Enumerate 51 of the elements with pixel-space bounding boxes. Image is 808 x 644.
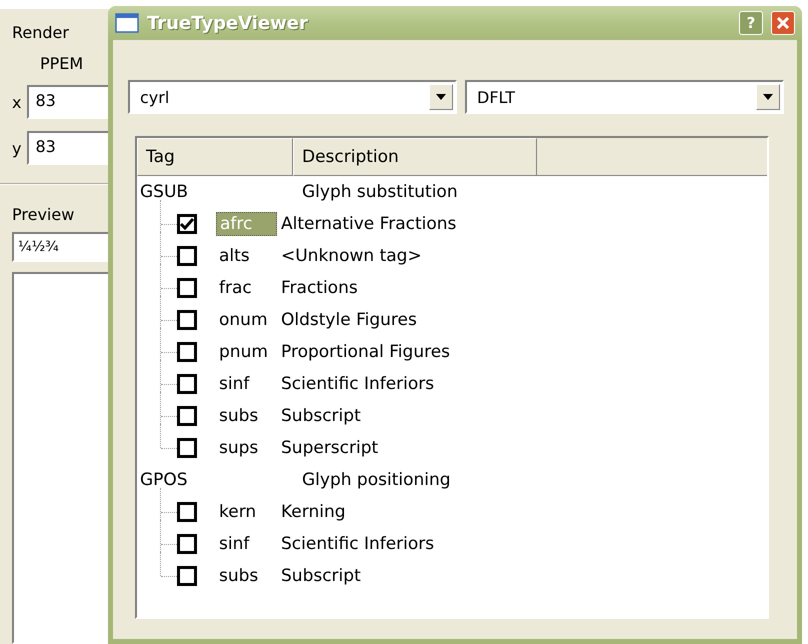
tree-item[interactable]: kern <box>216 500 277 524</box>
checkbox[interactable] <box>177 502 197 522</box>
checkbox[interactable] <box>177 214 197 234</box>
column-header[interactable]: Description <box>293 138 537 176</box>
tree-item[interactable]: sinf <box>216 532 277 556</box>
description-text: Subscript <box>281 406 361 426</box>
dropdown[interactable]: DFLT <box>465 80 784 114</box>
checkbox[interactable] <box>177 342 197 362</box>
description-text: Proportional Figures <box>281 342 450 362</box>
checkbox[interactable] <box>177 278 197 298</box>
checkbox[interactable] <box>177 566 197 586</box>
field-label: y <box>12 138 22 158</box>
checkbox[interactable] <box>177 310 197 330</box>
tree-item[interactable]: pnum <box>216 340 277 364</box>
tree-item[interactable]: onum <box>216 308 277 332</box>
description-text: Glyph positioning <box>302 470 451 490</box>
caret-icon[interactable] <box>429 84 453 110</box>
description-text: Alternative Fractions <box>281 214 456 234</box>
description-text: Scientific Inferiors <box>281 534 434 554</box>
tree-item[interactable]: alts <box>216 244 277 268</box>
window-icon <box>115 13 139 33</box>
description-text: Scientific Inferiors <box>281 374 434 394</box>
description-text: Glyph substitution <box>302 182 458 202</box>
column-header[interactable]: Tag <box>137 138 293 176</box>
tree-item[interactable]: GSUB <box>137 182 298 202</box>
checkbox[interactable] <box>177 374 197 394</box>
window-title: TrueTypeViewer <box>147 12 309 34</box>
checkbox[interactable] <box>177 438 197 458</box>
checkbox[interactable] <box>177 406 197 426</box>
tree-item[interactable]: subs <box>216 564 277 588</box>
checkbox[interactable] <box>177 534 197 554</box>
tree-item[interactable]: GPOS <box>137 470 298 490</box>
description-text: Kerning <box>281 502 346 522</box>
ppem-label: PPEM <box>40 54 84 73</box>
dropdown[interactable]: cyrl <box>128 80 457 114</box>
field-label: x <box>12 92 22 112</box>
description-text: Superscript <box>281 438 378 458</box>
description-text: <Unknown tag> <box>281 246 422 266</box>
tree-item[interactable]: subs <box>216 404 277 428</box>
group-label: Render <box>12 23 70 42</box>
description-text: Fractions <box>281 278 358 298</box>
checkbox[interactable] <box>177 246 197 266</box>
caret-icon[interactable] <box>756 84 780 110</box>
preview-label: Preview <box>12 205 76 224</box>
tree-item[interactable]: sups <box>216 436 277 460</box>
description-text: Subscript <box>281 566 361 586</box>
tree-item[interactable]: sinf <box>216 372 277 396</box>
close-icon <box>777 17 789 29</box>
description-text: Oldstyle Figures <box>281 310 417 330</box>
close-button[interactable] <box>771 11 795 35</box>
tree-item[interactable]: frac <box>216 276 277 300</box>
